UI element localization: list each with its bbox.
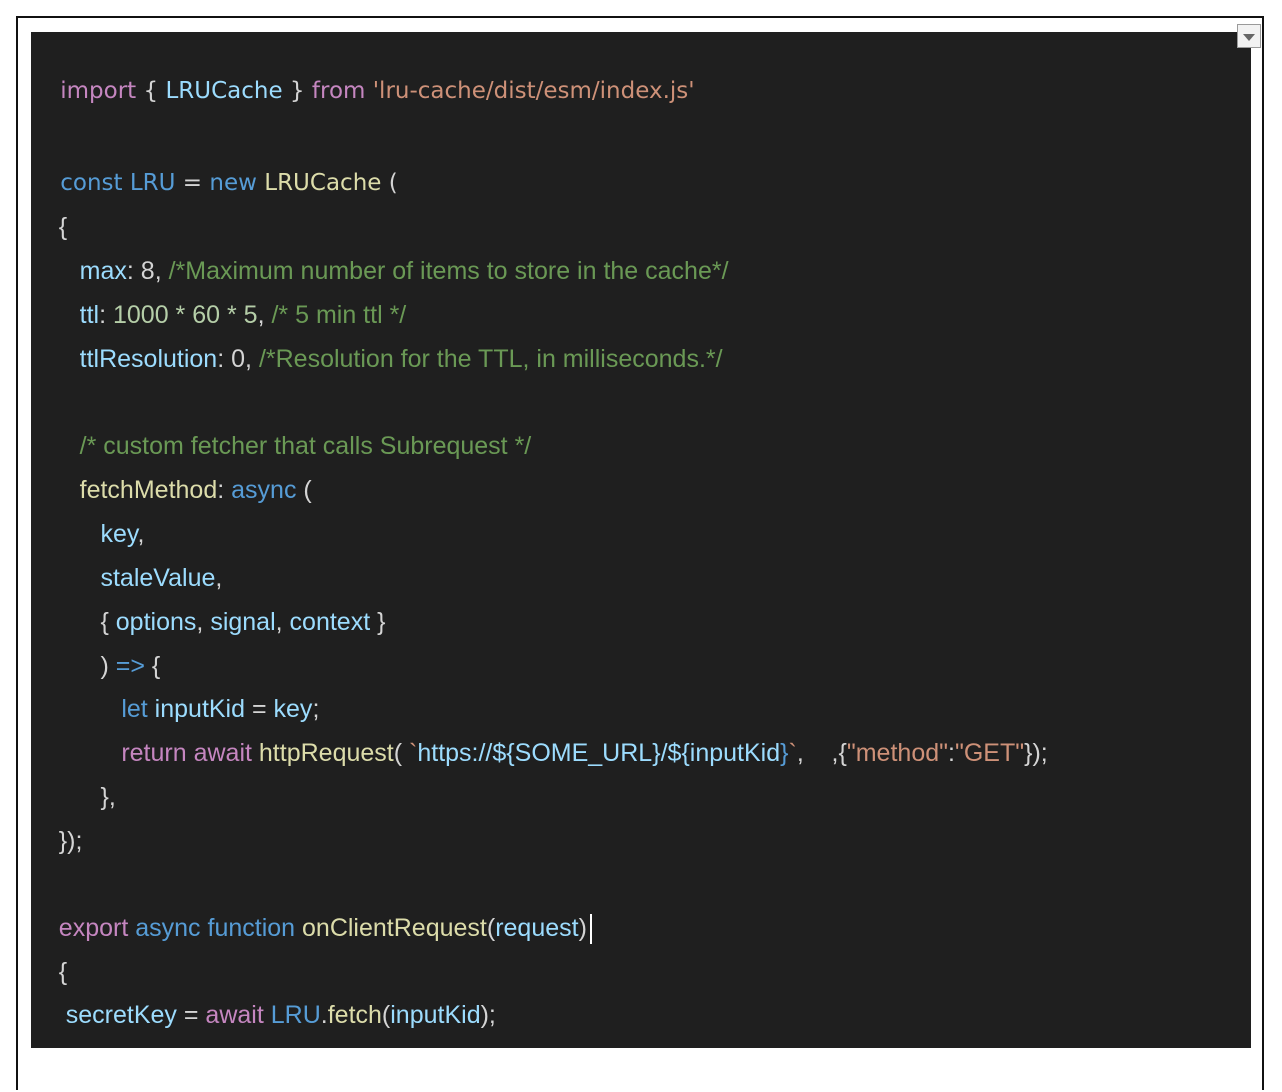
token-keyword: async — [135, 914, 201, 942]
token-punct: , — [275, 608, 290, 636]
token-keyword: new — [209, 170, 257, 196]
token-punct: } — [59, 1045, 67, 1048]
token-punct: }); — [1024, 739, 1048, 767]
chevron-down-icon — [1243, 33, 1255, 41]
code-line-14: ) => { — [31, 606, 160, 680]
token-template: ${ — [492, 739, 515, 767]
token-identifier: secretKey — [65, 1001, 177, 1029]
token-number: 0 — [231, 345, 246, 373]
token-punct: : — [948, 739, 955, 767]
token-keyword: export — [58, 914, 129, 942]
token-function: fetch — [327, 1001, 382, 1029]
token-punct: , — [196, 608, 211, 636]
code-line-11: key, — [31, 474, 144, 548]
code-line-13: { options, signal, context } — [31, 562, 385, 636]
token-punct: , — [245, 345, 259, 373]
token-parameter: signal — [210, 608, 276, 636]
dropdown-button[interactable] — [1237, 24, 1261, 48]
token-string: "method" — [846, 739, 948, 767]
token-string: "GET" — [954, 739, 1025, 767]
token-string: ` — [788, 739, 797, 767]
token-punct: ( — [393, 739, 410, 767]
token-operator: = — [175, 170, 210, 196]
code-line-16: return await httpRequest( `https://${SOM… — [31, 693, 1047, 767]
token-punct: : — [217, 476, 232, 504]
code-line-17: }, — [31, 737, 115, 811]
token-identifier: LRUCache — [165, 78, 283, 104]
code-line-6: ttl: 1000 * 60 * 5, /* 5 min ttl */ — [31, 255, 407, 329]
token-property: ttlResolution — [79, 345, 218, 373]
code-line-1: import { LRUCache } from 'lru-cache/dist… — [31, 32, 694, 104]
code-line-21: { — [31, 912, 67, 986]
token-punct: ( — [381, 170, 398, 196]
token-keyword: return — [121, 739, 187, 767]
token-function: httpRequest — [258, 739, 394, 767]
token-punct: }, — [100, 783, 116, 811]
token-punct: }); — [58, 827, 83, 855]
token-template: } — [780, 739, 789, 767]
code-line-9: /* custom fetcher that calls Subrequest … — [31, 386, 532, 460]
token-identifier: SOME_URL — [514, 739, 653, 767]
code-line-5: max: 8, /*Maximum number of items to sto… — [31, 211, 729, 285]
code-line-7: ttlResolution: 0, /*Resolution for the T… — [31, 299, 723, 373]
code-line-20: export async function onClientRequest(re… — [31, 868, 592, 945]
token-punct: { — [136, 78, 166, 104]
token-identifier: LRU — [129, 170, 176, 196]
token-keyword: import — [60, 78, 137, 104]
token-comment: /*Resolution for the TTL, in millisecond… — [258, 345, 723, 373]
code-line-22: secretKey = await LRU.fetch(inputKid); — [31, 955, 496, 1029]
token-keyword: from — [311, 78, 366, 104]
token-class: LRUCache — [264, 170, 382, 196]
token-operator: = — [176, 1001, 206, 1029]
code-line-15: let inputKid = key; — [31, 649, 319, 723]
code-line-10: fetchMethod: async ( — [31, 430, 312, 504]
text-cursor — [589, 914, 592, 945]
token-punct: . — [320, 1001, 328, 1029]
token-parameter: context — [289, 608, 371, 636]
token-template: } — [652, 739, 661, 767]
token-parameter: request — [495, 914, 579, 942]
token-keyword: async — [231, 476, 297, 504]
token-punct: ( — [486, 914, 496, 942]
token-string: / — [660, 739, 668, 767]
code-line-3: const LRU = new LRUCache ( — [31, 123, 397, 196]
token-identifier: inputKid — [390, 1001, 481, 1029]
token-punct: ); — [480, 1001, 496, 1029]
token-keyword: function — [207, 914, 296, 942]
code-line-4: { — [31, 167, 67, 241]
code-editor[interactable]: import { LRUCache } from 'lru-cache/dist… — [31, 32, 1251, 1048]
token-punct: ( — [296, 476, 312, 504]
token-string: 'lru-cache/dist/esm/index.js' — [372, 78, 695, 104]
token-punct: ( — [381, 1001, 391, 1029]
token-punct: ) — [578, 914, 587, 942]
token-punct: , ,{ — [796, 739, 847, 767]
code-line-18: }); — [31, 781, 83, 855]
token-punct: : — [217, 345, 232, 373]
token-keyword: await — [205, 1001, 264, 1029]
token-keyword: const — [60, 170, 123, 196]
code-line-23: } — [31, 999, 67, 1048]
token-keyword: await — [193, 739, 252, 767]
token-punct: } — [370, 608, 386, 636]
code-line-12: staleValue, — [31, 518, 222, 592]
token-template: ${ — [667, 739, 690, 767]
token-identifier: LRU — [270, 1001, 321, 1029]
token-function: onClientRequest — [302, 914, 487, 942]
token-string: https:// — [417, 739, 493, 767]
token-punct: } — [282, 78, 312, 104]
token-identifier: inputKid — [689, 739, 781, 767]
